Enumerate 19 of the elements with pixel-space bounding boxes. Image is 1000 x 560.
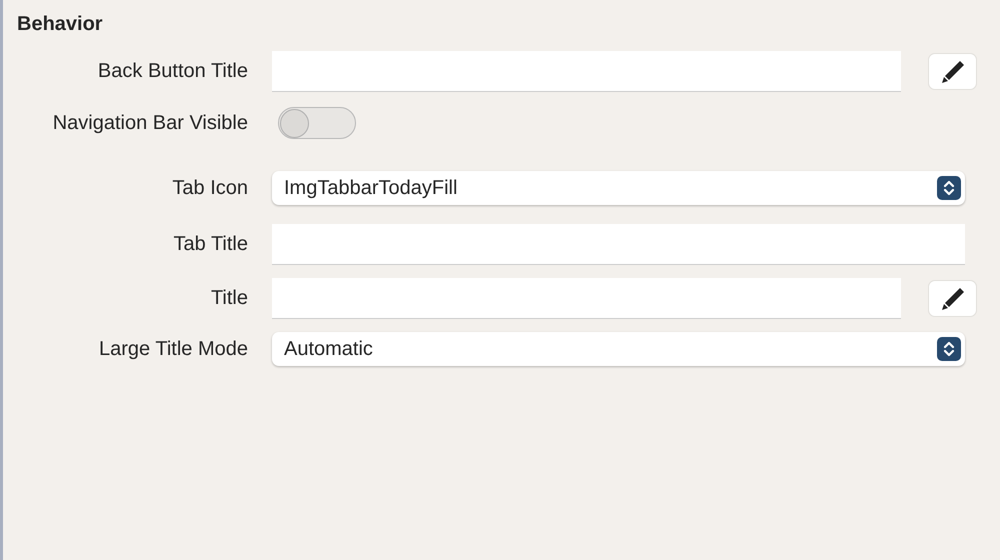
pencil-icon	[940, 286, 966, 312]
popup-button[interactable]: ImgTabbarTodayFill	[272, 171, 965, 205]
edit-button[interactable]	[928, 53, 977, 90]
field-label: Large Title Mode	[98, 338, 248, 360]
section-title: Behavior	[17, 12, 104, 37]
popup-button[interactable]: Automatic	[272, 332, 965, 366]
field-label: Navigation Bar Visible	[52, 112, 248, 134]
text-field[interactable]	[272, 278, 901, 319]
field-label: Tab Icon	[171, 176, 248, 200]
edit-button[interactable]	[928, 280, 977, 317]
chevron-updown-icon	[937, 337, 961, 361]
text-field[interactable]	[272, 224, 965, 265]
toggle-switch[interactable]	[278, 107, 356, 139]
field-label: Title	[210, 287, 248, 310]
text-field[interactable]	[272, 51, 901, 92]
field-label: Tab Title	[172, 233, 248, 256]
pencil-icon	[940, 58, 966, 84]
chevron-updown-icon	[937, 176, 961, 200]
field-label: Back Button Title	[96, 60, 248, 83]
